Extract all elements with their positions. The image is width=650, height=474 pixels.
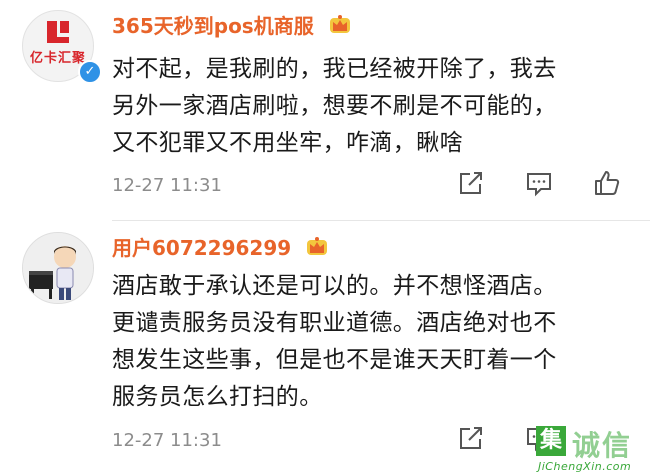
- share-icon: [460, 427, 482, 449]
- crown-vip-icon: [307, 237, 328, 255]
- comment-line: 更谴责服务员没有职业道德。酒店绝对也不: [112, 310, 557, 336]
- comment-item-2: 用户6072296299 酒店敢于承认还是可以的。并不想怪酒店。 更谴责服务员没…: [0, 0, 650, 474]
- timestamp: 12-27 11:31: [112, 430, 222, 451]
- username-text[interactable]: 用户6072296299: [112, 236, 291, 260]
- comment-line: 服务员怎么打扫的。: [112, 384, 323, 410]
- watermark-text: 诚信: [572, 429, 633, 462]
- comment-line: 想发生这些事，但是也不是谁天天盯着一个: [112, 347, 557, 373]
- avatar[interactable]: [22, 232, 94, 304]
- cartoon-pianist-avatar-icon: [23, 233, 93, 303]
- site-watermark: 集 诚信 JiChengXin.com: [534, 422, 650, 474]
- comment-line: 酒店敢于承认还是可以的。并不想怪酒店。: [112, 273, 557, 299]
- username[interactable]: 用户6072296299: [112, 232, 330, 261]
- comment-text: 酒店敢于承认还是可以的。并不想怪酒店。 更谴责服务员没有职业道德。酒店绝对也不 …: [112, 268, 632, 416]
- watermark-url: JiChengXin.com: [538, 460, 632, 473]
- watermark-mark: 集: [536, 426, 566, 456]
- share-button[interactable]: [456, 423, 486, 453]
